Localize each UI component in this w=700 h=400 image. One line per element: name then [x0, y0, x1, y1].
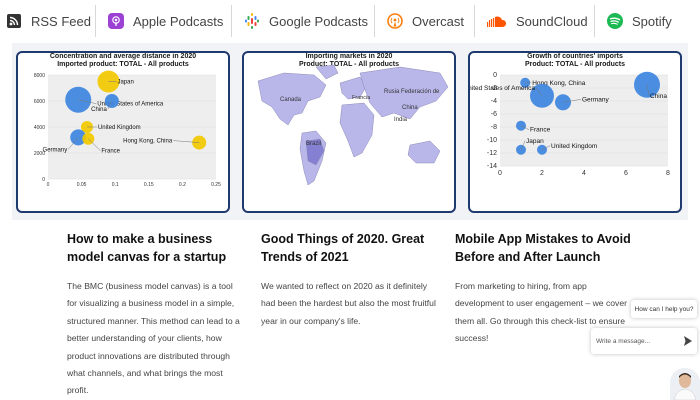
chart-card-concentration[interactable]: Concentration and average distance in 20…	[16, 51, 230, 213]
google-podcasts-icon	[244, 13, 260, 29]
article-excerpt: The BMC (business model canvas) is a too…	[67, 281, 240, 396]
tab-label: Google Podcasts	[269, 13, 369, 29]
point-label: Germany	[43, 147, 68, 153]
map-label-brazil: Brazil	[306, 141, 321, 147]
tab-google-podcasts[interactable]: Google Podcasts	[244, 5, 368, 37]
y-tick-label: -10	[487, 137, 497, 144]
article-title[interactable]: How to make a business model canvas for …	[67, 230, 245, 266]
y-tick-label: 6000	[34, 99, 45, 105]
y-tick-label: -12	[487, 150, 497, 157]
y-tick-label: -6	[491, 111, 497, 118]
y-tick-label: 0	[493, 72, 497, 79]
x-tick-label: 0.2	[179, 182, 186, 188]
map-region-greenland	[315, 64, 339, 80]
y-tick-label: 4000	[34, 125, 45, 131]
point-label: United Kingdom	[551, 143, 597, 150]
podcast-tab-bar: RSS Feed Apple Podcasts Google Podcasts …	[0, 0, 700, 42]
map-region-africa	[339, 102, 375, 158]
chat-message-input[interactable]: Write a message...	[591, 328, 697, 354]
x-tick-label: 0.25	[211, 182, 221, 188]
point-label: China	[650, 93, 667, 100]
tab-rss-feed[interactable]: RSS Feed	[6, 5, 91, 37]
y-tick-label: -8	[491, 124, 497, 131]
apple-podcasts-icon	[108, 13, 124, 29]
y-tick-label: -4	[491, 98, 497, 105]
x-tick-label: 6	[624, 170, 628, 177]
x-tick-label: 4	[582, 170, 586, 177]
data-point[interactable]	[555, 94, 571, 111]
point-label: Germany	[582, 96, 609, 103]
tab-spotify[interactable]: Spotify	[607, 5, 672, 37]
y-tick-label: 8000	[34, 73, 45, 79]
tab-label: Apple Podcasts	[133, 13, 224, 29]
tab-label: SoundCloud	[516, 13, 588, 29]
y-tick-label: -14	[487, 163, 497, 170]
soundcloud-icon	[487, 13, 507, 29]
article-card[interactable]: Good Things of 2020. Great Trends of 202…	[261, 230, 439, 330]
tab-label: RSS Feed	[31, 13, 91, 29]
x-tick-label: 0	[498, 170, 502, 177]
map-label-india: India	[394, 117, 408, 123]
point-label: France	[530, 127, 551, 134]
spotify-icon	[607, 13, 623, 29]
chat-placeholder: Write a message...	[596, 337, 651, 345]
article-title[interactable]: Mobile App Mistakes to Avoid Before and …	[455, 230, 633, 266]
send-icon[interactable]	[683, 335, 693, 347]
tab-label: Overcast	[412, 13, 465, 29]
point-label: France	[101, 149, 120, 155]
x-tick-label: 0.15	[144, 182, 154, 188]
point-label: China	[91, 107, 107, 113]
article-title[interactable]: Good Things of 2020. Great Trends of 202…	[261, 230, 439, 266]
x-tick-label: 0.05	[77, 182, 87, 188]
map-label-france: Francia	[352, 95, 371, 101]
y-tick-label: 0	[42, 177, 45, 183]
tab-soundcloud[interactable]: SoundCloud	[487, 5, 588, 37]
charts-band: Concentration and average distance in 20…	[12, 43, 688, 220]
data-point[interactable]	[192, 135, 207, 150]
tab-apple-podcasts[interactable]: Apple Podcasts	[108, 5, 223, 37]
world-map: Canada Rusia Federación de Francia China…	[257, 64, 449, 186]
map-label-canada: Canada	[280, 97, 302, 103]
tab-overcast[interactable]: Overcast	[387, 5, 464, 37]
article-excerpt: We wanted to reflect on 2020 as it defin…	[261, 281, 436, 326]
x-tick-label: 8	[666, 170, 670, 177]
point-label: United States of America	[470, 85, 535, 92]
point-label: Japan	[526, 138, 544, 145]
article-card[interactable]: How to make a business model canvas for …	[67, 230, 245, 400]
tab-label: Spotify	[632, 13, 672, 29]
support-agent-avatar[interactable]	[670, 368, 700, 400]
overcast-icon	[387, 13, 403, 29]
point-label: United Kingdom	[98, 125, 141, 131]
x-tick-label: 0.1	[112, 182, 119, 188]
point-label: Japan	[117, 80, 133, 86]
x-tick-label: 2	[540, 170, 544, 177]
chat-greeting-bubble[interactable]: How can I help you?	[631, 300, 697, 318]
chart-card-growth-imports[interactable]: Growth of countries' imports Product: TO…	[468, 51, 682, 213]
map-label-russia: Rusia Federación de	[384, 89, 440, 95]
chart-card-importing-markets[interactable]: Importing markets in 2020 Product: TOTAL…	[242, 51, 456, 213]
scatter-chart: 0-2-4-6-8-10-12-140 2 4 6 8Hong Kong, ChinaC…	[470, 71, 670, 177]
rss-icon	[6, 13, 22, 29]
point-label: Hong Kong, China	[123, 139, 173, 145]
x-tick-label: 0	[47, 182, 50, 188]
scatter-chart: 020004000600080000 0.05 0.1 0.15 0.2 0.25Japa…	[34, 70, 221, 188]
map-region-australia	[407, 140, 441, 164]
map-label-china: China	[402, 105, 418, 111]
